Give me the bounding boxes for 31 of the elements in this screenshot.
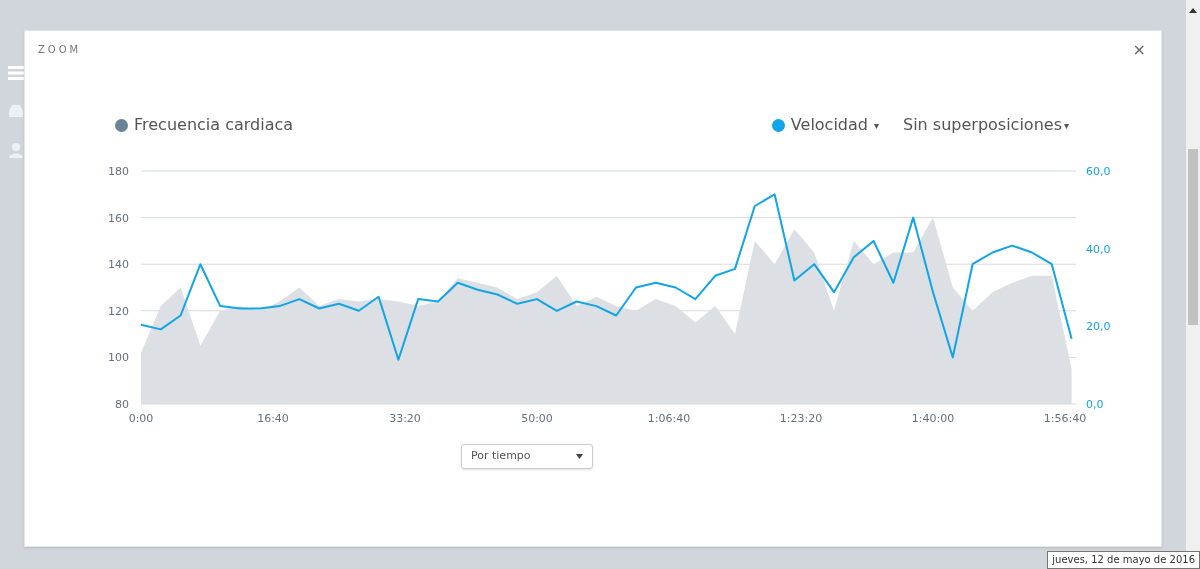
inbox-icon[interactable] (8, 104, 24, 118)
x-axis-label: 16:40 (257, 412, 289, 425)
speed-legend[interactable]: Velocidad ▾ (771, 113, 879, 137)
y2-axis-label: 60,0 (1086, 165, 1111, 178)
y2-axis-label: 20,0 (1086, 320, 1111, 334)
close-button[interactable]: × (1132, 42, 1146, 58)
arrow-up-icon[interactable] (1189, 8, 1197, 13)
y-axis-label: 180 (108, 165, 129, 178)
x-axis-label: 1:40:00 (911, 412, 955, 425)
x-axis-label: 1:23:20 (779, 412, 823, 425)
x-axis-label: 1:56:40 (1043, 412, 1087, 425)
x-axis-label: 1:06:40 (647, 412, 691, 425)
x-axis-label: 50:00 (521, 412, 553, 425)
y-axis-label: 160 (108, 211, 129, 225)
y-axis-label: 140 (108, 258, 129, 272)
caret-icon (576, 454, 583, 459)
y-axis-label: 80 (115, 398, 129, 411)
date-tooltip: jueves, 12 de mayo de 2016 (1047, 551, 1200, 569)
y-axis-label: 120 (108, 304, 129, 318)
scrollbar-thumb[interactable] (1188, 149, 1198, 325)
menu-icon[interactable] (8, 66, 24, 80)
user-icon[interactable] (8, 142, 24, 158)
y-axis-label: 100 (108, 351, 129, 365)
dialog-title: ZOOM (38, 43, 82, 57)
x-axis-label: 0:00 (128, 412, 154, 425)
y2-axis-label: 40,0 (1086, 242, 1111, 256)
x-axis-label: 33:20 (389, 412, 421, 425)
heart-rate-legend[interactable]: Frecuencia cardiaca (115, 113, 294, 137)
overlay-dropdown[interactable]: Sin superposiciones▾ (903, 113, 1069, 137)
mode-select[interactable]: Por tiempo (461, 444, 593, 469)
y2-axis-label: 0,0 (1086, 398, 1104, 411)
